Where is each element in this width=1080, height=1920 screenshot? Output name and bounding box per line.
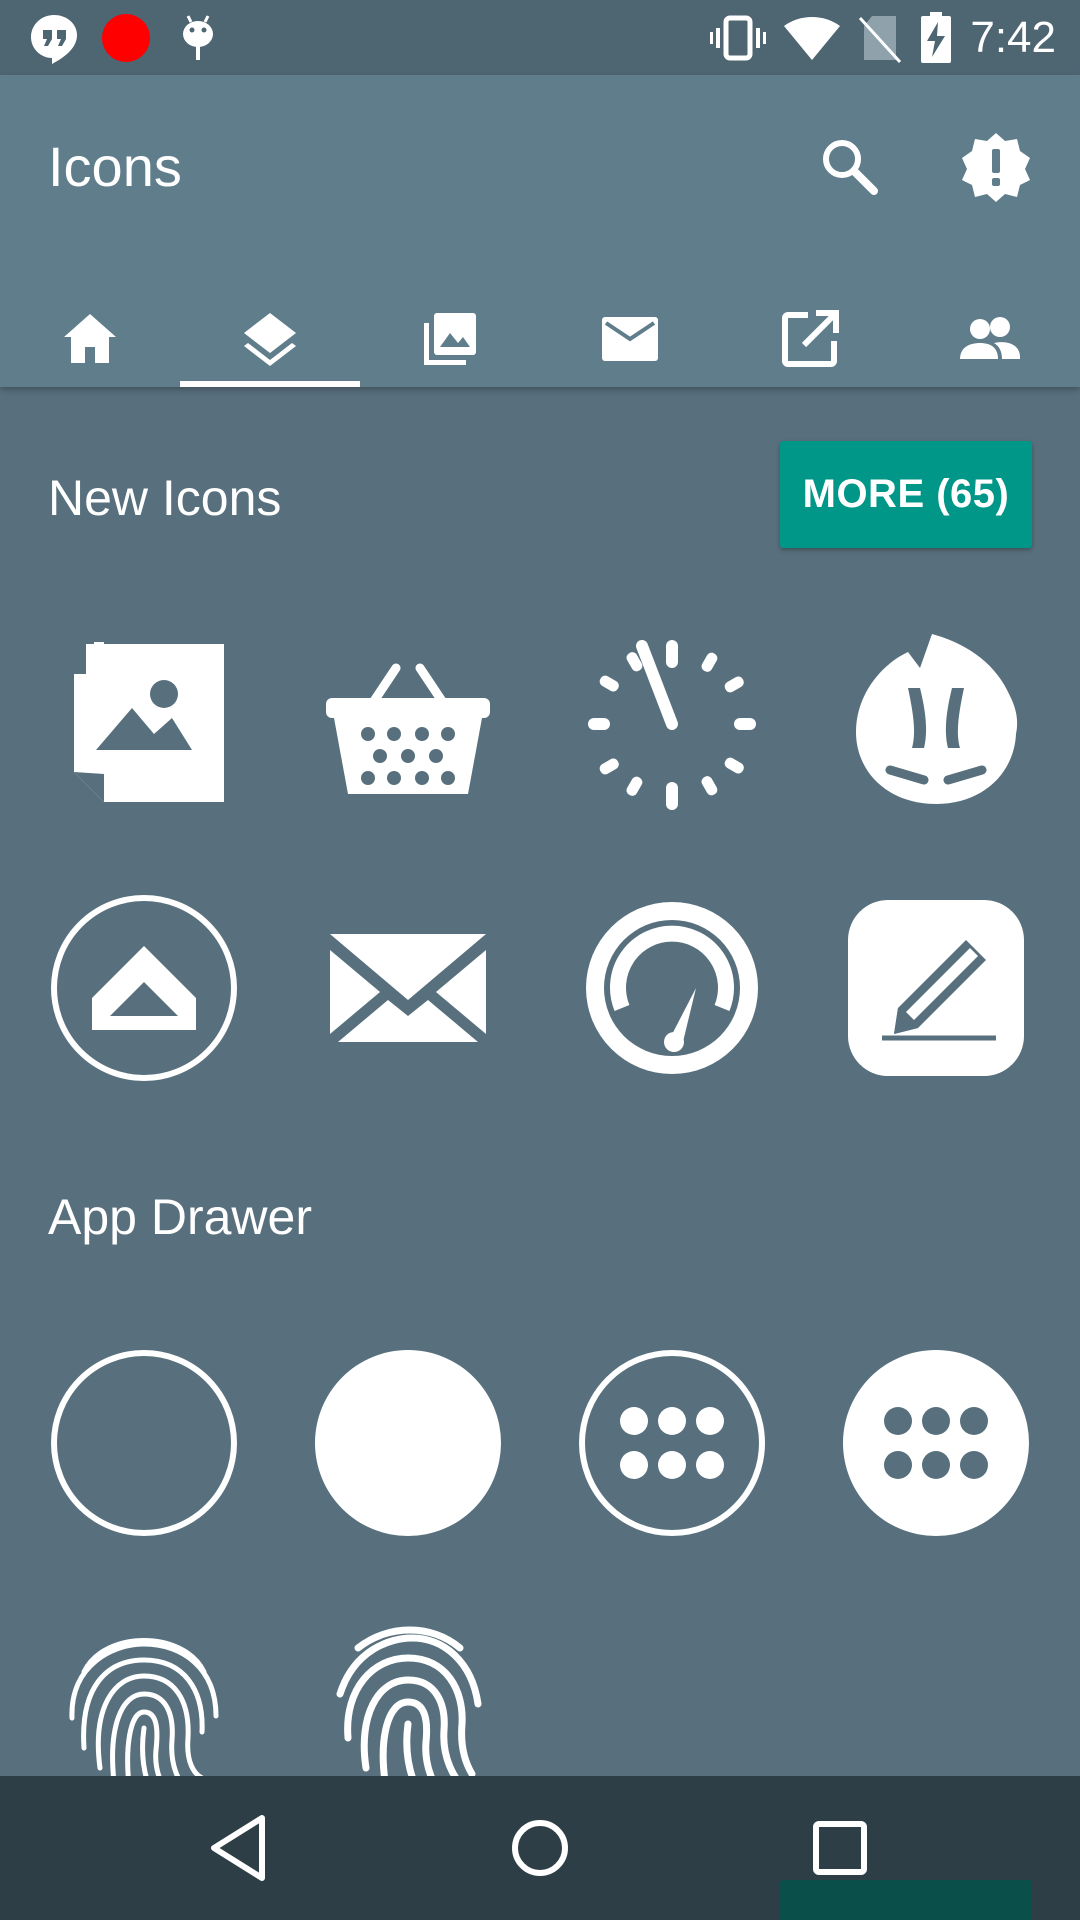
icon-item[interactable] bbox=[308, 1343, 508, 1543]
back-button[interactable] bbox=[190, 1798, 290, 1898]
icon-item[interactable] bbox=[572, 888, 772, 1088]
clock-dots-icon bbox=[588, 640, 756, 810]
tab-indicator bbox=[180, 381, 360, 387]
photo-library-icon bbox=[424, 313, 476, 365]
home-icon bbox=[64, 314, 116, 363]
layers-icon bbox=[244, 313, 296, 366]
no-sim-icon bbox=[858, 16, 902, 64]
arrow-up-circle-icon bbox=[51, 895, 237, 1081]
icon-item[interactable] bbox=[44, 624, 244, 824]
icon-item[interactable] bbox=[836, 888, 1036, 1088]
wifi-icon bbox=[784, 17, 840, 60]
alert-badge-icon bbox=[962, 133, 1030, 202]
people-icon bbox=[960, 317, 1020, 359]
circle-filled-icon bbox=[315, 1350, 501, 1536]
status-bar: 7:42 bbox=[0, 0, 1080, 75]
icon-item[interactable] bbox=[836, 1343, 1036, 1543]
shopping-basket-icon bbox=[326, 663, 490, 794]
tab-bar bbox=[0, 285, 1080, 387]
back-icon bbox=[211, 1815, 265, 1881]
battery-charging-icon bbox=[921, 12, 951, 63]
sticky-photo-icon bbox=[74, 642, 224, 802]
tab-people[interactable] bbox=[900, 285, 1080, 387]
app-bar: Icons bbox=[0, 75, 1080, 387]
open-in-new-icon bbox=[782, 310, 839, 367]
icon-item[interactable] bbox=[44, 1343, 244, 1543]
clock: 7:42 bbox=[970, 13, 1056, 62]
tab-mail[interactable] bbox=[540, 285, 720, 387]
android-debug-icon bbox=[183, 15, 213, 60]
section-title-app-drawer: App Drawer bbox=[48, 1189, 312, 1245]
search-icon bbox=[823, 140, 878, 195]
more-button-shadow-peek bbox=[780, 1880, 1032, 1920]
icon-item[interactable] bbox=[308, 888, 508, 1088]
envelope-icon bbox=[330, 934, 486, 1042]
tab-home[interactable] bbox=[0, 285, 180, 387]
speedometer-icon bbox=[586, 902, 758, 1074]
dots-grid-filled-icon bbox=[843, 1350, 1029, 1536]
tab-open-external[interactable] bbox=[720, 285, 900, 387]
alert-button[interactable] bbox=[956, 127, 1036, 207]
mail-icon bbox=[602, 317, 658, 361]
vibrate-icon bbox=[710, 15, 766, 61]
icon-item[interactable] bbox=[44, 888, 244, 1088]
edit-pencil-icon bbox=[848, 900, 1024, 1076]
home-circle-icon bbox=[512, 1820, 568, 1876]
tab-layers[interactable] bbox=[180, 285, 360, 387]
home-nav-button[interactable] bbox=[490, 1798, 590, 1898]
hangouts-icon bbox=[31, 15, 77, 64]
circle-outline-icon bbox=[51, 1350, 237, 1536]
section-title-new-icons: New Icons bbox=[48, 470, 282, 526]
search-button[interactable] bbox=[810, 127, 890, 207]
page-title: Icons bbox=[48, 135, 182, 198]
icon-item[interactable] bbox=[572, 624, 772, 824]
icon-item[interactable] bbox=[308, 624, 508, 824]
icon-item[interactable] bbox=[836, 624, 1036, 824]
antutu-icon bbox=[856, 634, 1018, 804]
dots-grid-outline-icon bbox=[579, 1350, 765, 1536]
icon-item[interactable] bbox=[572, 1343, 772, 1543]
record-dot-icon bbox=[102, 14, 150, 62]
more-button[interactable]: MORE (65) bbox=[780, 441, 1032, 548]
tab-photos[interactable] bbox=[360, 285, 540, 387]
